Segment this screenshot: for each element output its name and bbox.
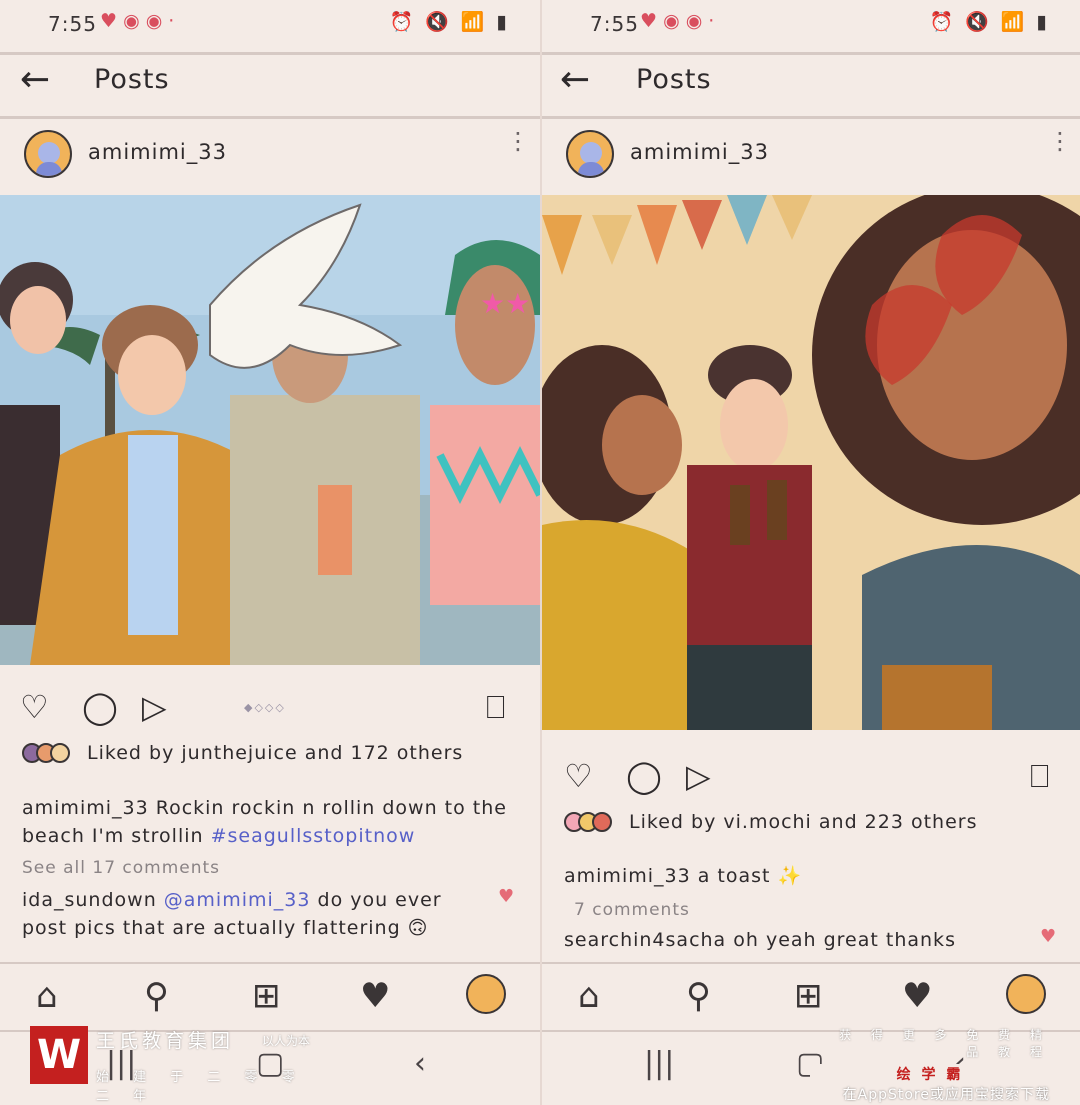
more-options-icon[interactable]: ⋮ (1048, 129, 1072, 153)
activity-heart-icon[interactable]: ♥ (360, 976, 390, 1016)
promo-bottom-text: 在AppStore或应用宝搜索下载 (842, 1087, 1050, 1103)
post-caption: amimimi_33 Rockin rockin n rollin down t… (22, 794, 520, 850)
likes-prefix: Liked by (629, 811, 724, 833)
system-icons: ⏰ 🔇 📶 ▮ (389, 11, 510, 33)
back-arrow-icon[interactable]: ← (20, 60, 50, 100)
carousel-dots: ◆◇◇◇ (244, 701, 286, 714)
likes-summary: Liked by junthejuice and 172 others (22, 742, 463, 764)
page-title: Posts (636, 64, 712, 95)
divider (0, 962, 540, 964)
beach-illustration: ★★ (0, 195, 540, 665)
divider (0, 116, 540, 119)
likes-suffix[interactable]: and 172 others (298, 742, 464, 764)
publisher-title: 王氏教育集团 (96, 1030, 235, 1052)
publisher-subtitle: 始 建 于 二 零 零 二 年 (96, 1070, 305, 1104)
avatar[interactable] (24, 130, 72, 178)
comment-mention[interactable]: @amimimi_33 (164, 889, 311, 911)
promo-top-text: 获 得 更 多 免 费 精 品 教 程 (839, 1028, 1050, 1059)
status-bar: 7:55 ♥ ◉ ◉ · ⏰ 🔇 📶 ▮ (0, 0, 540, 46)
post-header: amimimi_33 ⋮ (0, 126, 540, 186)
likes-user[interactable]: vi.mochi (723, 811, 811, 833)
comment-like-icon[interactable]: ♥ (498, 886, 514, 907)
see-all-comments-link[interactable]: See all 17 comments (22, 858, 220, 878)
liker-avatar (592, 812, 612, 832)
page-title: Posts (94, 64, 170, 95)
left-phone-screen: 7:55 ♥ ◉ ◉ · ⏰ 🔇 📶 ▮ ← Posts amimimi_33 … (0, 0, 540, 1105)
bottom-tab-bar: ⌂ ⚲ ⊞ ♥ (0, 972, 540, 1022)
notification-icons: ♥ ◉ ◉ · (100, 10, 175, 32)
bookmark-icon[interactable]: ⎕ (486, 687, 505, 727)
more-options-icon[interactable]: ⋮ (506, 129, 530, 153)
post-image: ★★ (0, 195, 540, 665)
recent-apps-icon[interactable]: ||| (644, 1046, 674, 1081)
divider (542, 52, 1080, 55)
profile-avatar-tab[interactable] (1006, 974, 1046, 1014)
post-image (542, 195, 1080, 730)
add-post-icon[interactable]: ⊞ (794, 976, 823, 1016)
likes-prefix: Liked by (87, 742, 182, 764)
system-icons: ⏰ 🔇 📶 ▮ (929, 11, 1050, 33)
post-actions: ♡ ◯ ▷ ◆◇◇◇ ⎕ (0, 683, 540, 733)
caption-username[interactable]: amimimi_33 (564, 865, 691, 887)
comment-text: oh yeah great thanks (726, 929, 956, 951)
likes-user[interactable]: junthejuice (181, 742, 297, 764)
like-heart-icon[interactable]: ♡ (20, 687, 49, 727)
comment-like-icon[interactable]: ♥ (1040, 926, 1056, 947)
publisher-watermark: W 王氏教育集团 以人为本 始 建 于 二 零 零 二 年 (30, 1026, 340, 1104)
back-button-icon[interactable]: ‹ (414, 1046, 426, 1081)
search-icon[interactable]: ⚲ (144, 976, 169, 1016)
activity-heart-icon[interactable]: ♥ (902, 976, 932, 1016)
home-icon[interactable]: ⌂ (36, 976, 58, 1016)
bookmark-icon[interactable]: ⎕ (1030, 756, 1049, 796)
comment-icon[interactable]: ◯ (626, 756, 662, 796)
toast-illustration (542, 195, 1080, 730)
comment-icon[interactable]: ◯ (82, 687, 118, 727)
profile-avatar-tab[interactable] (466, 974, 506, 1014)
avatar[interactable] (566, 130, 614, 178)
comment: ida_sundown @amimimi_33 do you ever post… (22, 886, 490, 942)
post-header: amimimi_33 ⋮ (542, 126, 1080, 186)
svg-text:★★: ★★ (480, 287, 530, 320)
likes-suffix[interactable]: and 223 others (812, 811, 978, 833)
comment: searchin4sacha oh yeah great thanks (564, 926, 1020, 954)
caption-hashtag[interactable]: #seagullsstopitnow (211, 825, 416, 847)
like-heart-icon[interactable]: ♡ (564, 756, 593, 796)
caption-username[interactable]: amimimi_33 (22, 797, 149, 819)
right-phone-screen: 7:55 ♥ ◉ ◉ · ⏰ 🔇 📶 ▮ ← Posts amimimi_33 … (542, 0, 1080, 1105)
app-bar: ← Posts (542, 56, 1080, 112)
home-icon[interactable]: ⌂ (578, 976, 600, 1016)
promo-badge: 绘 学 霸 (810, 1064, 1050, 1084)
divider (542, 962, 1080, 964)
status-time: 7:55 (48, 12, 97, 36)
status-time: 7:55 (590, 12, 639, 36)
likes-summary: Liked by vi.mochi and 223 others (564, 811, 978, 833)
app-bar: ← Posts (0, 56, 540, 112)
publisher-logo: W (30, 1026, 88, 1084)
app-promo-watermark: 获 得 更 多 免 费 精 品 教 程 绘 学 霸 在AppStore或应用宝搜… (808, 1026, 1050, 1103)
post-username[interactable]: amimimi_33 (630, 140, 769, 164)
add-post-icon[interactable]: ⊞ (252, 976, 281, 1016)
search-icon[interactable]: ⚲ (686, 976, 711, 1016)
post-username[interactable]: amimimi_33 (88, 140, 227, 164)
notification-icons: ♥ ◉ ◉ · (640, 10, 715, 32)
divider (0, 52, 540, 55)
comment-username[interactable]: searchin4sacha (564, 929, 726, 951)
share-icon[interactable]: ▷ (142, 687, 167, 727)
bottom-tab-bar: ⌂ ⚲ ⊞ ♥ (542, 972, 1080, 1022)
status-bar: 7:55 ♥ ◉ ◉ · ⏰ 🔇 📶 ▮ (542, 0, 1080, 46)
share-icon[interactable]: ▷ (686, 756, 711, 796)
comments-link[interactable]: 7 comments (574, 900, 690, 920)
publisher-motto: 以人为本 (262, 1034, 311, 1048)
post-actions: ♡ ◯ ▷ ⎕ (542, 752, 1080, 802)
back-arrow-icon[interactable]: ← (560, 60, 590, 100)
comment-username[interactable]: ida_sundown (22, 889, 157, 911)
liker-avatar (50, 743, 70, 763)
divider (542, 116, 1080, 119)
caption-text: a toast ✨ (690, 865, 803, 887)
post-caption: amimimi_33 a toast ✨ (564, 862, 1060, 890)
